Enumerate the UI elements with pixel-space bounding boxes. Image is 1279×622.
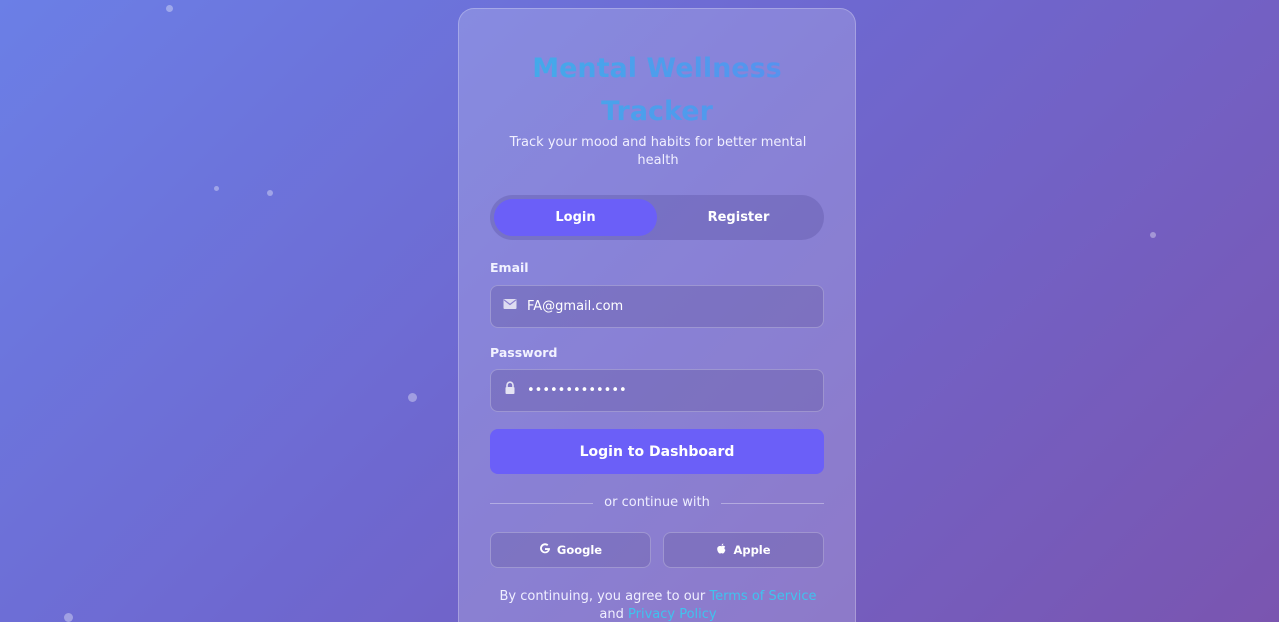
lock-icon xyxy=(503,380,517,394)
background-dot xyxy=(64,613,73,622)
background-dot xyxy=(267,190,273,196)
email-field-wrapper xyxy=(490,285,824,328)
tab-login[interactable]: Login xyxy=(494,199,657,236)
divider-line-right xyxy=(721,503,824,504)
google-icon xyxy=(539,542,551,558)
password-input[interactable] xyxy=(527,370,817,411)
mail-icon xyxy=(503,296,517,310)
google-login-button[interactable]: Google xyxy=(490,532,651,568)
terms-of-service-link[interactable]: Terms of Service xyxy=(709,589,816,604)
apple-label: Apple xyxy=(733,543,771,557)
email-label: Email xyxy=(490,260,529,275)
terms-and: and xyxy=(599,607,624,622)
auth-tabs: Login Register xyxy=(490,195,824,240)
google-label: Google xyxy=(556,543,603,557)
title-line-1: Mental Wellness xyxy=(532,53,782,84)
page-title: Mental Wellness Tracker xyxy=(459,47,855,133)
background-dot xyxy=(214,186,219,191)
background-dot xyxy=(166,5,173,12)
tab-register[interactable]: Register xyxy=(657,199,820,236)
apple-icon xyxy=(716,543,727,558)
page-subtitle: Track your mood and habits for better me… xyxy=(509,135,807,168)
email-input[interactable] xyxy=(527,286,817,327)
background-dot xyxy=(408,393,417,402)
title-line-2: Tracker xyxy=(601,96,713,127)
password-field-wrapper xyxy=(490,369,824,412)
auth-card: Mental Wellness Tracker Track your mood … xyxy=(458,8,856,622)
social-divider: or continue with xyxy=(490,494,824,512)
password-label: Password xyxy=(490,345,558,360)
background-dot xyxy=(1150,232,1156,238)
login-button[interactable]: Login to Dashboard xyxy=(490,429,824,474)
apple-login-button[interactable]: Apple xyxy=(663,532,824,568)
terms-notice: By continuing, you agree to our Terms of… xyxy=(479,588,837,622)
privacy-policy-link[interactable]: Privacy Policy xyxy=(628,607,717,622)
terms-prefix: By continuing, you agree to our xyxy=(499,589,706,604)
